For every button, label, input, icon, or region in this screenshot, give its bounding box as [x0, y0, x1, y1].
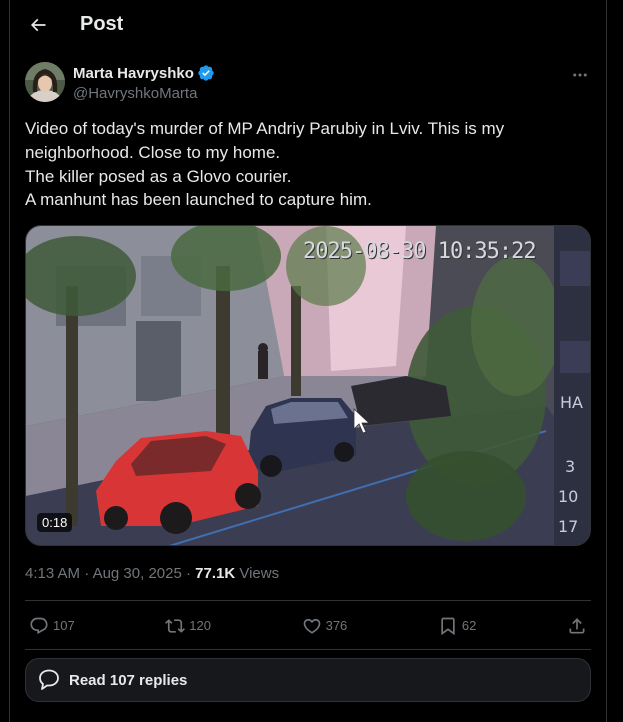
author-block: Marta Havryshko @HavryshkoMarta — [73, 64, 215, 102]
arrow-left-icon — [30, 18, 46, 32]
repost-button[interactable]: 120 — [165, 616, 211, 636]
views-label: Views — [239, 565, 280, 582]
video-frame: НА 3 10 17 — [26, 226, 590, 545]
page-title: Post — [80, 13, 124, 35]
speech-bubble-icon — [36, 667, 62, 693]
video-player[interactable]: НА 3 10 17 2025-08-30 10:35:22 0:18 — [25, 225, 591, 546]
verified-badge-icon — [198, 65, 214, 81]
views-count[interactable]: 77.1K — [195, 565, 235, 582]
reply-count: 107 — [53, 618, 75, 633]
video-side-text: 10 — [558, 487, 578, 506]
post-date[interactable]: Aug 30, 2025 — [93, 565, 182, 582]
more-options-button[interactable] — [569, 64, 591, 86]
avatar[interactable] — [25, 62, 65, 102]
post-time[interactable]: 4:13 AM — [25, 565, 80, 582]
post-text-line: The killer posed as a Glovo courier. — [25, 166, 292, 186]
bookmark-icon — [441, 617, 455, 635]
share-icon — [569, 617, 585, 633]
reply-icon — [30, 617, 48, 634]
video-overlay-timestamp: 2025-08-30 10:35:22 — [303, 239, 537, 264]
divider — [25, 649, 591, 650]
back-button[interactable] — [22, 9, 54, 41]
heart-icon — [303, 618, 320, 634]
post-text-line: Video of today's murder of MP Andriy Par… — [25, 119, 505, 162]
post-detail-column: Post Marta Havryshko @HavryshkoMarta Vid… — [9, 0, 607, 722]
post-meta: 4:13 AM · Aug 30, 2025 · 77.1K Views — [25, 565, 279, 582]
video-side-text: 3 — [565, 457, 575, 476]
bookmark-count: 62 — [461, 618, 477, 633]
action-bar: 107 120 376 62 — [25, 601, 591, 650]
author-name[interactable]: Marta Havryshko — [73, 65, 194, 82]
meta-separator: · — [84, 565, 90, 582]
more-dots-icon — [573, 73, 587, 77]
read-replies-button[interactable]: Read 107 replies — [25, 658, 591, 702]
read-replies-label: Read 107 replies — [69, 671, 188, 689]
reply-button[interactable]: 107 — [29, 616, 75, 636]
video-side-text: НА — [560, 393, 583, 412]
avatar-image — [25, 62, 65, 102]
header-bar: Post — [10, 0, 606, 50]
bookmark-button[interactable]: 62 — [438, 616, 476, 636]
repost-count: 120 — [189, 618, 211, 633]
author-handle[interactable]: @HavryshkoMarta — [73, 85, 215, 102]
like-count: 376 — [325, 618, 348, 633]
like-button[interactable]: 376 — [302, 616, 348, 636]
share-button[interactable] — [567, 616, 587, 636]
meta-separator: · — [185, 565, 191, 582]
video-side-text: 17 — [558, 517, 578, 536]
post-text-line: A manhunt has been launched to capture h… — [25, 190, 372, 210]
repost-icon — [165, 618, 186, 633]
post-text: Video of today's murder of MP Andriy Par… — [25, 117, 585, 212]
video-duration-badge: 0:18 — [37, 513, 73, 532]
